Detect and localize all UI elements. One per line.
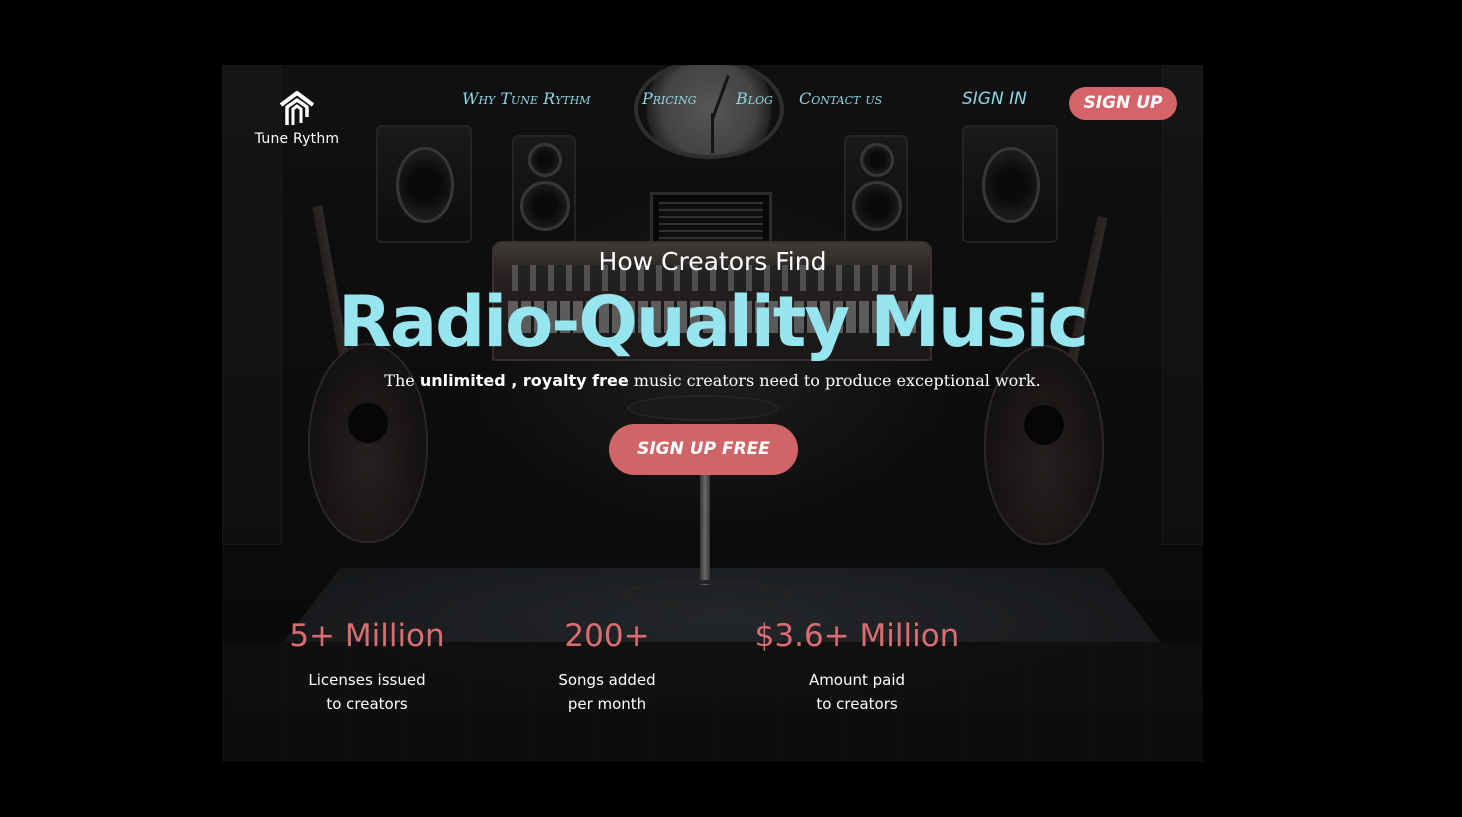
stat-label: Amount paid to creators bbox=[808, 671, 906, 713]
sign-up-free-button[interactable]: SIGN UP FREE bbox=[609, 424, 798, 475]
hero-pre-title: How Creators Find bbox=[598, 247, 827, 276]
hero-title: Radio-Quality Music bbox=[337, 281, 1089, 363]
stat-value: 5+ Million bbox=[289, 618, 445, 654]
stat-label: Licenses issued to creators bbox=[308, 671, 426, 713]
stat-songs: 200+ Songs added per month bbox=[532, 618, 682, 716]
stat-value: $3.6+ Million bbox=[754, 618, 960, 654]
stat-licenses: 5+ Million Licenses issued to creators bbox=[282, 618, 452, 716]
nav-contact-us[interactable]: Contact us bbox=[799, 89, 882, 108]
tune-rythm-logo-icon bbox=[279, 91, 315, 125]
nav-why-tune-rythm[interactable]: Why Tune Rythm bbox=[462, 89, 591, 108]
brand-name: Tune Rythm bbox=[254, 131, 340, 147]
stat-label: Songs added per month bbox=[558, 671, 656, 713]
nav-blog[interactable]: Blog bbox=[736, 89, 773, 108]
tagline-unlimited: unlimited bbox=[419, 371, 506, 390]
tagline-royalty-free: royalty free bbox=[522, 371, 629, 390]
hero-section: Tune Rythm Why Tune Rythm Pricing Blog C… bbox=[222, 65, 1203, 762]
sign-up-button[interactable]: SIGN UP bbox=[1069, 87, 1177, 120]
stat-value: 200+ bbox=[564, 618, 650, 654]
hero-tagline: The unlimited , royalty free music creat… bbox=[384, 371, 1041, 390]
stat-amount-paid: $3.6+ Million Amount paid to creators bbox=[737, 618, 977, 716]
nav-pricing[interactable]: Pricing bbox=[642, 89, 697, 108]
brand-logo[interactable]: Tune Rythm bbox=[252, 87, 342, 147]
sign-in-link[interactable]: SIGN IN bbox=[962, 89, 1027, 109]
